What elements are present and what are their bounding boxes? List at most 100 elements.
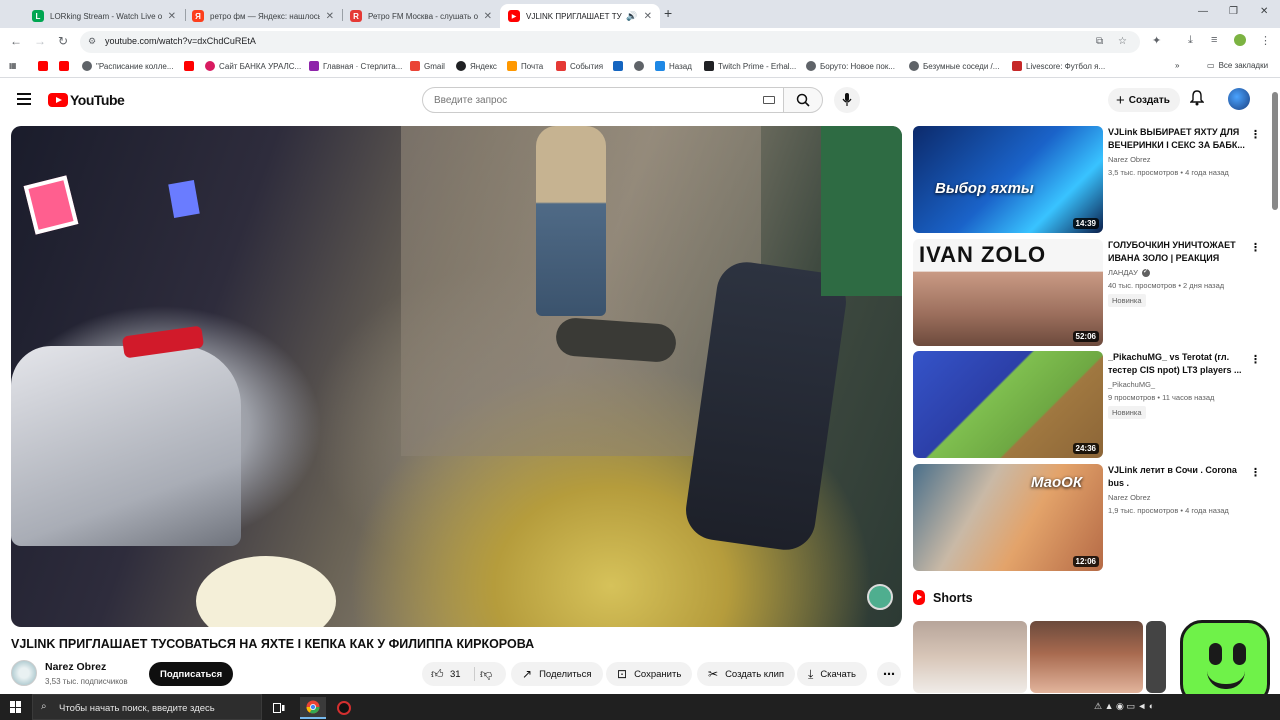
channel-name: Narez Obrez [1108, 155, 1151, 164]
like-icon[interactable]: 👍︎ [431, 667, 444, 682]
bookmarks-overflow-icon[interactable]: » [1175, 61, 1179, 70]
recommended-video[interactable]: IVAN ZOLO 52:06 ГОЛУБОЧКИН УНИЧТОЖАЕТ ИВ… [913, 239, 1263, 347]
dislike-icon[interactable]: 👎︎ [480, 667, 492, 682]
share-button[interactable]: ↗ Поделиться [511, 662, 603, 686]
clip-button[interactable]: ✂ Создать клип [697, 662, 796, 686]
bookmark-item[interactable]: Twitch Prime - Erhal... [704, 61, 796, 71]
close-window-icon[interactable]: ✕ [1260, 6, 1268, 17]
tab-close-icon[interactable]: ✕ [644, 11, 652, 22]
bookmarks-bar: ▦ "Расписание колле... Сайт БАНКА УРАЛС.… [0, 56, 1280, 78]
profile-avatar[interactable] [1234, 34, 1246, 46]
download-button[interactable]: ⤓ Скачать [797, 662, 867, 686]
more-actions-icon[interactable]: ⋯ [877, 662, 901, 686]
channel-avatar[interactable] [11, 660, 37, 686]
video-frame-neon-sign [168, 180, 200, 218]
bookmark-item[interactable]: Главная · Стерлита... [309, 61, 402, 71]
tab-close-icon[interactable]: ✕ [484, 11, 492, 22]
video-player[interactable] [11, 126, 902, 627]
bookmark-item[interactable] [613, 61, 627, 71]
bookmark-item[interactable] [634, 61, 648, 71]
like-count[interactable]: 31 [450, 669, 461, 680]
subscribe-button[interactable]: Подписаться [149, 662, 234, 686]
bookmark-item[interactable]: Сайт БАНКА УРАЛС... [205, 61, 301, 71]
bookmark-item[interactable]: События [556, 61, 603, 71]
recommended-video[interactable]: 24:36 _PikachuMG_ vs Terotat (гл. тестер… [913, 351, 1263, 459]
all-bookmarks[interactable]: ▭ Все закладки [1207, 61, 1268, 70]
account-avatar[interactable] [1228, 88, 1250, 110]
more-vert-icon[interactable]: ⋮ [1250, 128, 1261, 141]
forward-icon[interactable]: → [34, 34, 46, 48]
search-button[interactable] [783, 87, 823, 113]
bookmark-star-icon[interactable]: ☆ [1118, 36, 1127, 47]
apps-grid-icon[interactable]: ▦ [9, 61, 17, 70]
video-duration: 14:39 [1072, 218, 1099, 229]
minimize-icon[interactable]: — [1198, 6, 1208, 17]
more-vert-icon[interactable]: ⋮ [1250, 241, 1261, 254]
youtube-logo[interactable]: YouTube [48, 92, 125, 108]
media-control-icon[interactable]: ≡ [1211, 34, 1217, 46]
bookmark-item[interactable]: Безумные соседи /... [909, 61, 999, 71]
url-text[interactable]: youtube.com/watch?v=dxChdCuREtA [105, 36, 256, 46]
frog-eye [1233, 643, 1246, 665]
site-settings-icon[interactable]: ⚙ [88, 36, 96, 47]
video-thumbnail[interactable]: МаоОК 12:06 [913, 464, 1103, 571]
bookmark-item[interactable]: Боруто: Новое пок... [806, 61, 895, 71]
bookmark-item[interactable]: Назад [655, 61, 692, 71]
short-thumbnail[interactable] [913, 621, 1027, 693]
browser-tab[interactable]: R Ретро FM Москва - слушать о ✕ [342, 4, 500, 28]
browser-menu-icon[interactable]: ⋮ [1260, 34, 1271, 47]
extensions-icon[interactable]: ✦ [1152, 34, 1161, 47]
task-view-icon[interactable] [266, 697, 292, 719]
channel-watermark-icon[interactable] [867, 584, 893, 610]
tab-title: LORking Stream - Watch Live o [50, 11, 162, 21]
tray-icons[interactable]: ⚠ ▲ ◉ ▭ ◄ ◐ [1094, 701, 1154, 712]
tab-close-icon[interactable]: ✕ [168, 11, 176, 22]
chrome-taskbar-icon[interactable] [300, 697, 326, 719]
browser-tab[interactable]: Я ретро фм — Яндекс: нашлось ✕ [184, 4, 342, 28]
app-taskbar-icon[interactable] [331, 697, 357, 719]
page-scrollbar[interactable] [1270, 80, 1280, 694]
speaker-icon[interactable]: 🔊 [626, 11, 637, 22]
short-thumbnail[interactable] [1030, 621, 1143, 693]
bookmark-item[interactable]: "Расписание колле... [82, 61, 173, 71]
install-app-icon[interactable]: ⧉ [1096, 36, 1103, 47]
taskbar-search[interactable]: ⌕ Чтобы начать поиск, введите здесь [32, 694, 262, 720]
bookmark-item[interactable]: Gmail [410, 61, 445, 71]
browser-tab-active[interactable]: ▶ VJLINK ПРИГЛАШАЕТ ТУСО 🔊 ✕ [500, 4, 660, 28]
bookmark-item[interactable] [59, 61, 73, 71]
bookmark-item[interactable] [184, 61, 198, 71]
scrollbar-thumb[interactable] [1272, 92, 1278, 210]
more-vert-icon[interactable]: ⋮ [1250, 466, 1261, 479]
channel-name: _PikachuMG_ [1108, 380, 1156, 389]
new-tab-icon[interactable]: + [664, 5, 672, 21]
voice-search-button[interactable] [834, 87, 860, 113]
video-thumbnail[interactable]: IVAN ZOLO 52:06 [913, 239, 1103, 346]
keyboard-icon[interactable] [763, 96, 775, 104]
restore-icon[interactable]: ❐ [1229, 6, 1238, 17]
search-input[interactable]: Введите запрос [422, 87, 784, 113]
notifications-bell-icon[interactable] [1189, 90, 1205, 111]
bookmark-item[interactable]: Яндекс [456, 61, 497, 71]
address-bar[interactable]: ⚙ youtube.com/watch?v=dxChdCuREtA ⧉ ☆ [80, 31, 1140, 53]
menu-icon[interactable] [17, 93, 31, 105]
download-icon[interactable]: ⤓ [1188, 34, 1193, 47]
bookmark-item[interactable]: Livescore: Футбол я... [1012, 61, 1105, 71]
short-thumbnail[interactable] [1146, 621, 1166, 693]
back-icon[interactable]: ← [10, 34, 22, 48]
channel-name[interactable]: Narez Obrez [45, 661, 106, 673]
video-thumbnail[interactable]: Выбор яхты 14:39 [913, 126, 1103, 233]
tab-close-icon[interactable]: ✕ [326, 11, 334, 22]
windows-start-icon[interactable] [10, 701, 22, 713]
browser-tab[interactable]: L LORking Stream - Watch Live o ✕ [24, 4, 184, 28]
more-vert-icon[interactable]: ⋮ [1250, 353, 1261, 366]
reload-icon[interactable]: ↻ [58, 34, 68, 48]
bookmark-item[interactable]: Почта [507, 61, 543, 71]
create-button[interactable]: + Создать [1108, 88, 1180, 112]
recommended-video[interactable]: Выбор яхты 14:39 VJLink ВЫБИРАЕТ ЯХТУ ДЛ… [913, 126, 1263, 234]
video-thumbnail[interactable]: 24:36 [913, 351, 1103, 458]
bookmark-item[interactable] [38, 61, 52, 71]
youtube-icon [184, 61, 194, 71]
recommended-video[interactable]: МаоОК 12:06 VJLink летит в Сочи . Corona… [913, 464, 1263, 572]
video-title: _PikachuMG_ vs Terotat (гл. тестер CIS n… [1108, 352, 1242, 375]
save-button[interactable]: ⊡ Сохранить [606, 662, 693, 686]
